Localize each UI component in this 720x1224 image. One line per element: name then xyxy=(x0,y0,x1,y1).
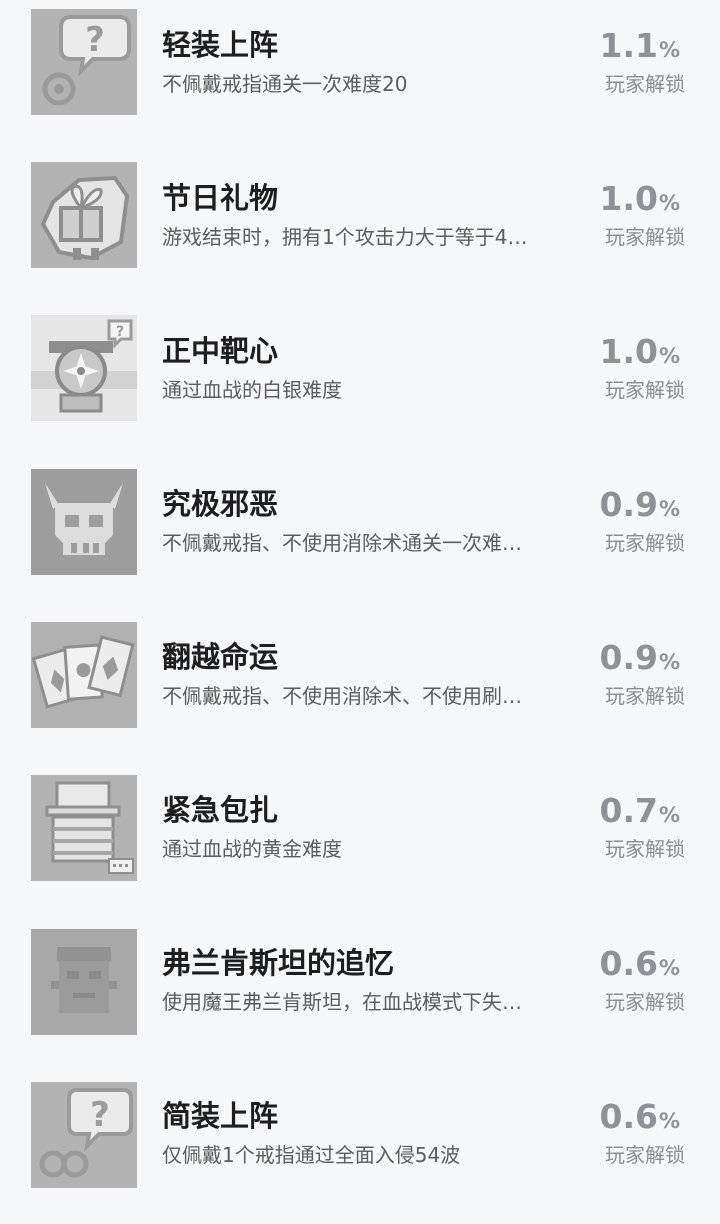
achievement-description: 使用魔王弗兰肯斯坦，在血战模式下失… xyxy=(162,990,522,1014)
achievement-description: 不佩戴戒指通关一次难度20 xyxy=(162,72,408,96)
horned-skull-icon xyxy=(31,469,137,575)
unlock-percentage: 0.9% xyxy=(599,638,680,677)
achievement-row[interactable]: ? 轻装上阵 不佩戴戒指通关一次难度20 1.1% 玩家解锁 xyxy=(0,0,720,153)
cards-icon xyxy=(31,622,137,728)
frankenstein-face-icon xyxy=(31,929,137,1035)
achievement-row[interactable]: 翻越命运 不佩戴戒指、不使用消除术、不使用刷… 0.9% 玩家解锁 xyxy=(0,612,720,765)
unlock-label: 玩家解锁 xyxy=(605,225,685,249)
unlock-percentage: 0.9% xyxy=(599,485,680,524)
achievement-description: 游戏结束时，拥有1个攻击力大于等于4… xyxy=(162,225,528,249)
achievement-row[interactable]: 节日礼物 游戏结束时，拥有1个攻击力大于等于4… 1.0% 玩家解锁 xyxy=(0,153,720,306)
unlock-percentage: 0.6% xyxy=(599,1097,680,1136)
unlock-percentage: 0.6% xyxy=(599,944,680,983)
unlock-label: 玩家解锁 xyxy=(605,837,685,861)
unlock-percentage: 1.1% xyxy=(599,26,680,65)
achievement-title: 弗兰肯斯坦的追忆 xyxy=(162,946,395,980)
speech-bubble-question-icon: ? xyxy=(31,9,137,115)
achievement-title: 正中靶心 xyxy=(162,334,279,368)
achievement-row[interactable]: ? 简装上阵 仅佩戴1个戒指通过全面入侵54波 0.6% 玩家解锁 xyxy=(0,1071,720,1224)
achievement-row[interactable]: 究极邪恶 不佩戴戒指、不使用消除术通关一次难… 0.9% 玩家解锁 xyxy=(0,459,720,612)
achievement-title: 翻越命运 xyxy=(162,640,279,674)
achievement-description: 不佩戴戒指、不使用消除术、不使用刷… xyxy=(162,684,522,708)
achievement-title: 轻装上阵 xyxy=(162,28,279,62)
achievement-row[interactable]: 弗兰肯斯坦的追忆 使用魔王弗兰肯斯坦，在血战模式下失… 0.6% 玩家解锁 xyxy=(0,918,720,1071)
unlock-label: 玩家解锁 xyxy=(605,684,685,708)
unlock-label: 玩家解锁 xyxy=(605,1143,685,1167)
unlock-percentage: 0.7% xyxy=(599,791,680,830)
bandaged-character-icon xyxy=(31,775,137,881)
achievement-list: ? 轻装上阵 不佩戴戒指通关一次难度20 1.1% 玩家解锁 节日礼物 游戏结束… xyxy=(0,0,720,1199)
unlock-label: 玩家解锁 xyxy=(605,531,685,555)
achievement-title: 简装上阵 xyxy=(162,1099,279,1133)
unlock-label: 玩家解锁 xyxy=(605,990,685,1014)
unlock-percentage: 1.0% xyxy=(599,332,680,371)
achievement-description: 仅佩戴1个戒指通过全面入侵54波 xyxy=(162,1143,461,1167)
gift-icon xyxy=(31,162,137,268)
achievement-row[interactable]: 紧急包扎 通过血战的黄金难度 0.7% 玩家解锁 xyxy=(0,765,720,918)
speech-bubble-question-icon: ? xyxy=(31,1082,137,1188)
unlock-percentage: 1.0% xyxy=(599,179,680,218)
unlock-label: 玩家解锁 xyxy=(605,72,685,96)
achievement-title: 究极邪恶 xyxy=(162,487,279,521)
svg-text:?: ? xyxy=(116,324,124,340)
achievement-title: 节日礼物 xyxy=(162,181,279,215)
achievement-description: 通过血战的白银难度 xyxy=(162,378,342,402)
achievement-description: 不佩戴戒指、不使用消除术通关一次难… xyxy=(162,531,522,555)
svg-text:?: ? xyxy=(90,1095,110,1135)
svg-text:?: ? xyxy=(85,20,105,60)
achievement-row[interactable]: ? 正中靶心 通过血战的白银难度 1.0% 玩家解锁 xyxy=(0,306,720,459)
unlock-label: 玩家解锁 xyxy=(605,378,685,402)
bullseye-character-icon: ? xyxy=(31,315,137,421)
achievement-description: 通过血战的黄金难度 xyxy=(162,837,342,861)
achievement-title: 紧急包扎 xyxy=(162,793,279,827)
